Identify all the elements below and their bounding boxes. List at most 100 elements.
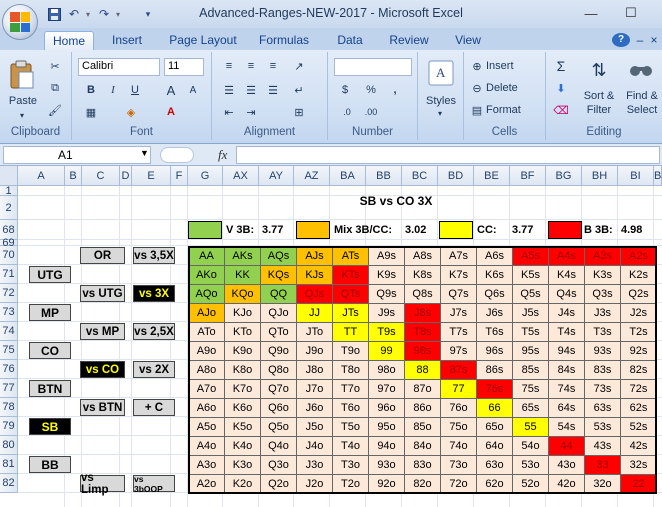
hand-cell[interactable]: KTo (224, 322, 261, 342)
sort-filter-icon[interactable]: ⇅ (584, 56, 614, 84)
hand-cell[interactable]: K9s (368, 265, 405, 285)
increase-decimal-icon[interactable]: .0 (338, 104, 356, 120)
hand-cell[interactable]: A5o (188, 417, 225, 437)
hand-cell[interactable]: KTs (332, 265, 369, 285)
autosum-icon[interactable]: Σ (552, 58, 570, 74)
column-header-a[interactable]: A (18, 166, 65, 186)
hand-cell[interactable]: Q5o (260, 417, 297, 437)
hand-cell[interactable]: AA (188, 246, 225, 266)
decrease-decimal-icon[interactable]: .00 (362, 104, 380, 120)
action-right-5[interactable]: vs 3bOOP (133, 474, 175, 494)
row-header-80[interactable]: 80 (0, 436, 18, 455)
hand-cell[interactable]: Q2s (620, 284, 657, 304)
column-header-g[interactable]: G (188, 166, 223, 186)
hand-cell[interactable]: J9s (368, 303, 405, 323)
column-header-c[interactable]: C (82, 166, 120, 186)
cut-icon[interactable]: ✂ (46, 58, 64, 74)
column-header-ay[interactable]: AY (259, 166, 294, 186)
hand-cell[interactable]: Q6o (260, 398, 297, 418)
hand-cell[interactable]: K6s (476, 265, 513, 285)
hand-cell[interactable]: 32o (584, 474, 621, 494)
hand-cell[interactable]: AJs (296, 246, 333, 266)
action-right-3[interactable]: vs 2X (133, 361, 175, 378)
hand-cell[interactable]: A9s (368, 246, 405, 266)
hand-cell[interactable]: QTs (332, 284, 369, 304)
hand-cell[interactable]: KQo (224, 284, 261, 304)
hand-cell[interactable]: 88 (404, 360, 441, 380)
shrink-font-button[interactable]: A (184, 82, 202, 98)
hand-cell[interactable]: J8s (404, 303, 441, 323)
office-button[interactable] (2, 4, 38, 40)
hand-cell[interactable]: A3o (188, 455, 225, 475)
hand-cell[interactable]: T5o (332, 417, 369, 437)
action-right-1[interactable]: vs 3X (133, 285, 175, 302)
row-header-70[interactable]: 70 (0, 246, 18, 265)
hand-cell[interactable]: 95o (368, 417, 405, 437)
action-left-2[interactable]: vs MP (80, 323, 125, 340)
font-color-icon[interactable]: A (162, 104, 180, 120)
column-header-ax[interactable]: AX (223, 166, 259, 186)
hand-cell[interactable]: 85o (404, 417, 441, 437)
hand-cell[interactable]: Q9s (368, 284, 405, 304)
hand-cell[interactable]: A6s (476, 246, 513, 266)
action-left-4[interactable]: vs BTN (80, 399, 125, 416)
position-btn[interactable]: BTN (29, 380, 71, 397)
orientation-icon[interactable]: ↗ (290, 58, 308, 74)
hand-cell[interactable]: 95s (512, 341, 549, 361)
hand-cell[interactable]: 65s (512, 398, 549, 418)
hand-cell[interactable]: 96o (368, 398, 405, 418)
row-header-2[interactable]: 2 (0, 196, 18, 220)
insert-cells-icon[interactable]: ⊕ (468, 58, 486, 74)
hand-cell[interactable]: K8o (224, 360, 261, 380)
insert-button[interactable]: Insert (486, 58, 534, 74)
underline-button[interactable]: U (126, 82, 144, 98)
hand-cell[interactable]: 76o (440, 398, 477, 418)
hand-cell[interactable]: J3s (584, 303, 621, 323)
hand-cell[interactable]: 86o (404, 398, 441, 418)
hand-cell[interactable]: 83o (404, 455, 441, 475)
clear-icon[interactable]: ⌫ (552, 102, 570, 118)
hand-cell[interactable]: 74o (440, 436, 477, 456)
hand-cell[interactable]: 42o (548, 474, 585, 494)
ribbon-minimize-icon[interactable]: – (634, 31, 646, 50)
copy-icon[interactable]: ⧉ (46, 80, 64, 96)
hand-cell[interactable]: AJo (188, 303, 225, 323)
row-header-78[interactable]: 78 (0, 398, 18, 417)
hand-cell[interactable]: Q4o (260, 436, 297, 456)
hand-cell[interactable]: 62o (476, 474, 513, 494)
hand-cell[interactable]: 98o (368, 360, 405, 380)
hand-cell[interactable]: T2o (332, 474, 369, 494)
fill-icon[interactable]: ⬇ (552, 80, 570, 96)
comma-button[interactable]: , (386, 82, 404, 98)
hand-cell[interactable]: T6s (476, 322, 513, 342)
column-header-bf[interactable]: BF (510, 166, 546, 186)
hand-cell[interactable]: T6o (332, 398, 369, 418)
fx-button[interactable]: fx (218, 147, 227, 163)
hand-cell[interactable]: J7o (296, 379, 333, 399)
hand-cell[interactable]: JJ (296, 303, 333, 323)
hand-cell[interactable]: 65o (476, 417, 513, 437)
filter-label[interactable]: Filter (578, 104, 620, 116)
hand-cell[interactable]: JTo (296, 322, 333, 342)
hand-cell[interactable]: A6o (188, 398, 225, 418)
hand-cell[interactable]: QJo (260, 303, 297, 323)
column-header-bc[interactable]: BC (402, 166, 438, 186)
hand-cell[interactable]: K5o (224, 417, 261, 437)
column-header-e[interactable]: E (132, 166, 171, 186)
align-top-icon[interactable]: ≡ (220, 58, 238, 74)
hand-cell[interactable]: 54s (548, 417, 585, 437)
hand-cell[interactable]: K9o (224, 341, 261, 361)
position-utg[interactable]: UTG (29, 266, 71, 283)
number-format-box[interactable] (334, 58, 412, 76)
hand-cell[interactable]: Q7s (440, 284, 477, 304)
hand-cell[interactable]: T7o (332, 379, 369, 399)
hand-cell[interactable]: Q9o (260, 341, 297, 361)
hand-cell[interactable]: ATs (332, 246, 369, 266)
hand-cell[interactable]: 43o (548, 455, 585, 475)
hand-cell[interactable]: 53o (512, 455, 549, 475)
hand-cell[interactable]: K2o (224, 474, 261, 494)
hand-cell[interactable]: A8o (188, 360, 225, 380)
delete-cells-icon[interactable]: ⊖ (468, 80, 486, 96)
hand-cell[interactable]: KJo (224, 303, 261, 323)
hand-cell[interactable]: T9o (332, 341, 369, 361)
